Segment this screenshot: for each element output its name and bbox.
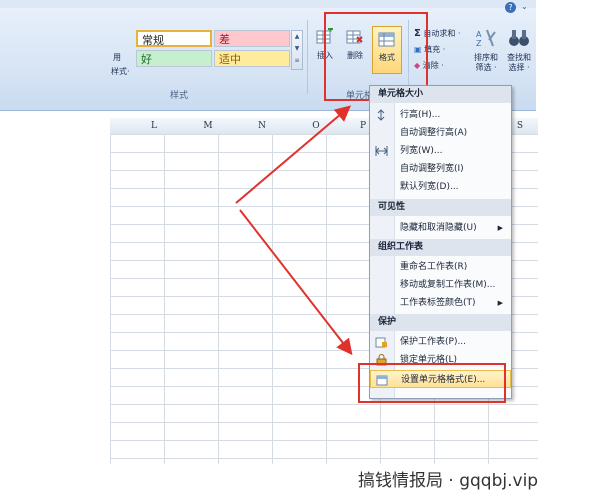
arrow-to-format-cells <box>239 209 353 356</box>
menu-item-move-copy-sheet[interactable]: 移动或复制工作表(M)... <box>370 276 511 294</box>
menu-item-column-width[interactable]: 列宽(W)... <box>370 142 511 160</box>
format-dropdown-menu: 单元格大小 行高(H)... 自动调整行高(A) 列宽(W)... 自动调整列宽… <box>369 85 512 399</box>
menu-item-label: 自动调整列宽(I) <box>400 164 464 174</box>
menu-item-label: 移动或复制工作表(M)... <box>400 280 496 290</box>
menu-item-autofit-row[interactable]: 自动调整行高(A) <box>370 124 511 142</box>
menu-item-label: 隐藏和取消隐藏(U) <box>400 223 477 233</box>
submenu-arrow-icon: ▶ <box>497 299 503 307</box>
menu-item-label: 默认列宽(D)... <box>400 182 459 192</box>
menu-item-autofit-column[interactable]: 自动调整列宽(I) <box>370 160 511 178</box>
menu-item-hide-unhide[interactable]: 隐藏和取消隐藏(U) ▶ <box>370 219 511 237</box>
menu-section-organize: 组织工作表 <box>370 239 511 256</box>
menu-item-rename-sheet[interactable]: 重命名工作表(R) <box>370 258 511 276</box>
menu-item-label: 自动调整行高(A) <box>400 128 468 138</box>
watermark: 搞钱情报局 · gqqbj.vip <box>358 471 539 491</box>
column-width-icon <box>375 145 388 157</box>
annotation-box-format-cells <box>358 363 506 403</box>
menu-item-row-height[interactable]: 行高(H)... <box>370 106 511 124</box>
submenu-arrow-icon: ▶ <box>497 224 503 232</box>
menu-item-default-width[interactable]: 默认列宽(D)... <box>370 178 511 196</box>
row-height-icon <box>375 109 388 121</box>
menu-section-protection: 保护 <box>370 314 511 331</box>
menu-item-label: 工作表标签颜色(T) <box>400 298 476 308</box>
menu-item-label: 列宽(W)... <box>400 146 443 156</box>
menu-item-label: 重命名工作表(R) <box>400 262 468 272</box>
menu-item-tab-color[interactable]: 工作表标签颜色(T) ▶ <box>370 294 511 312</box>
menu-section-cell-size: 单元格大小 <box>370 86 511 103</box>
menu-item-protect-sheet[interactable]: 保护工作表(P)... <box>370 333 511 351</box>
menu-section-visibility: 可见性 <box>370 199 511 216</box>
arrow-to-format <box>235 105 352 204</box>
protect-sheet-icon <box>375 336 388 348</box>
menu-item-label: 行高(H)... <box>400 110 441 120</box>
menu-item-label: 保护工作表(P)... <box>400 337 467 347</box>
